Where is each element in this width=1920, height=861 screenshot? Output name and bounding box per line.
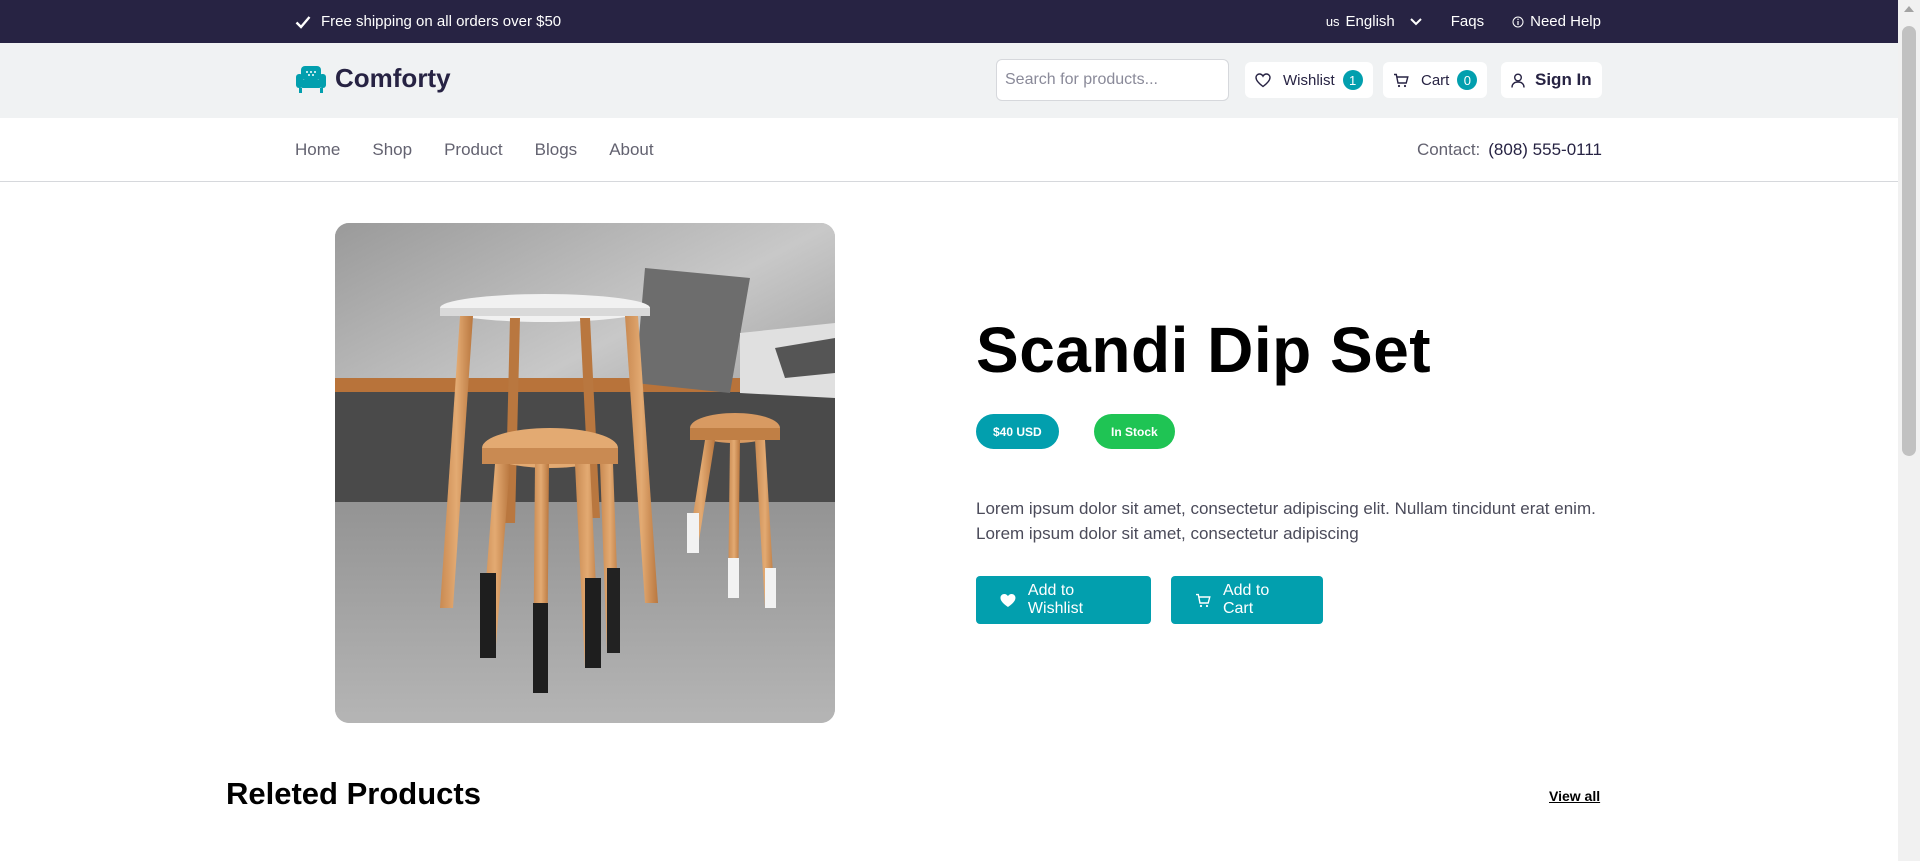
wishlist-label: Wishlist — [1283, 71, 1335, 89]
main-navigation: Home Shop Product Blogs About Contact: (… — [0, 118, 1898, 182]
brand-logo[interactable]: Comforty — [295, 63, 451, 94]
cart-count-badge: 0 — [1457, 70, 1478, 90]
brand-name: Comforty — [335, 63, 451, 93]
need-help-label: Need Help — [1530, 13, 1601, 30]
product-photo — [335, 223, 835, 723]
chevron-down-icon — [1410, 17, 1422, 25]
view-all-link[interactable]: View all — [1549, 788, 1600, 804]
check-icon — [295, 15, 311, 29]
nav-item-about[interactable]: About — [609, 140, 653, 160]
cart-icon — [1195, 593, 1211, 607]
wishlist-count-badge: 1 — [1342, 70, 1363, 90]
contact-info: Contact: (808) 555-0111 — [1417, 118, 1602, 182]
stock-status-badge: In Stock — [1094, 414, 1175, 449]
add-to-wishlist-label: Add to Wishlist — [1027, 582, 1084, 617]
nav-item-home[interactable]: Home — [295, 140, 340, 160]
product-image — [335, 223, 835, 723]
page-scrollbar[interactable] — [1898, 0, 1920, 861]
scroll-up-arrow-icon[interactable] — [1904, 6, 1914, 12]
scrollbar-thumb[interactable] — [1902, 26, 1916, 456]
language-code: us — [1325, 14, 1340, 29]
shipping-notice: Free shipping on all orders over $50 — [295, 0, 561, 43]
product-description: Lorem ipsum dolor sit amet, consectetur … — [976, 499, 1596, 543]
user-icon — [1511, 73, 1525, 88]
sign-in-label: Sign In — [1535, 70, 1592, 89]
contact-label: Contact: — [1416, 140, 1481, 159]
search-input[interactable] — [996, 59, 1229, 101]
info-icon — [1512, 16, 1524, 27]
heart-icon — [1255, 72, 1271, 87]
price-badge: $40 USD — [976, 414, 1059, 449]
product-title: Scandi Dip Set — [976, 314, 1432, 386]
related-products-heading: Releted Products — [226, 776, 481, 811]
heart-icon — [1000, 593, 1016, 607]
language-selector[interactable]: us English — [1326, 13, 1423, 30]
need-help-link[interactable]: Need Help — [1512, 13, 1601, 30]
cart-icon — [1394, 73, 1409, 87]
cart-label: Cart — [1421, 71, 1450, 89]
nav-item-blogs[interactable]: Blogs — [535, 140, 578, 160]
faqs-link[interactable]: Faqs — [1451, 13, 1484, 30]
shipping-text: Free shipping on all orders over $50 — [321, 13, 562, 30]
armchair-icon — [296, 65, 326, 93]
top-bar: Free shipping on all orders over $50 us … — [0, 0, 1898, 43]
language-label: English — [1345, 13, 1395, 30]
cart-button[interactable]: Cart 0 — [1383, 62, 1488, 98]
sign-in-button[interactable]: Sign In — [1501, 62, 1602, 98]
contact-phone[interactable]: (808) 555-0111 — [1488, 140, 1602, 160]
nav-item-product[interactable]: Product — [444, 140, 503, 160]
add-to-cart-label: Add to Cart — [1222, 582, 1270, 617]
header: Comforty Wishlist 1 Cart 0 Sign In — [0, 43, 1898, 118]
add-to-wishlist-button[interactable]: Add to Wishlist — [976, 576, 1151, 624]
wishlist-button[interactable]: Wishlist 1 — [1245, 62, 1373, 98]
nav-item-shop[interactable]: Shop — [372, 140, 412, 160]
add-to-cart-button[interactable]: Add to Cart — [1171, 576, 1323, 624]
